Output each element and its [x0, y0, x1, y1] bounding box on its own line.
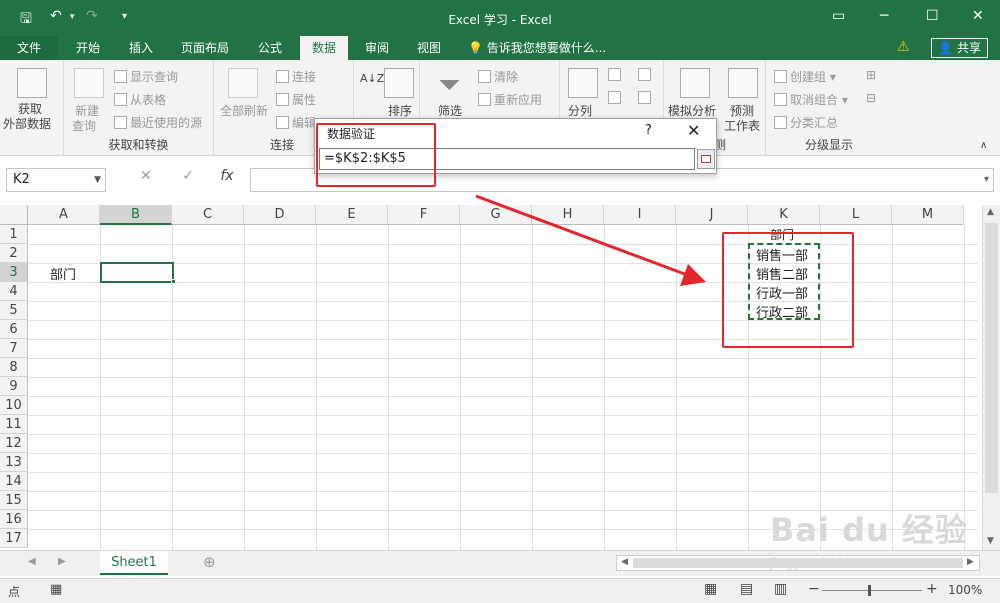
add-sheet-icon[interactable]: ⊕	[203, 553, 216, 571]
sheet-tab-sheet1[interactable]: Sheet1	[100, 551, 168, 575]
scroll-left-icon[interactable]: ◀	[621, 557, 628, 567]
status-bar: 点 ▦ ▦ ▤ ▥ − + 100%	[0, 578, 1000, 603]
macro-record-icon[interactable]: ▦	[50, 582, 62, 597]
annotation-box-dialog	[316, 123, 436, 187]
range-picker-icon	[701, 155, 711, 163]
expand-dialog-icon[interactable]	[697, 149, 715, 169]
status-mode: 点	[8, 585, 21, 599]
help-button[interactable]: ?	[645, 123, 652, 138]
prev-sheet-icon[interactable]: ◀	[28, 556, 36, 567]
page-break-view-icon[interactable]: ▥	[774, 581, 787, 597]
baidu-watermark-url: jingyan.baidu.com	[770, 556, 890, 571]
zoom-slider-thumb[interactable]	[868, 585, 871, 596]
baidu-watermark: Bai du 经验	[770, 511, 968, 549]
scroll-right-icon[interactable]: ▶	[967, 557, 974, 567]
zoom-level[interactable]: 100%	[948, 583, 982, 597]
next-sheet-icon[interactable]: ▶	[58, 556, 66, 567]
normal-view-icon[interactable]: ▦	[704, 581, 717, 597]
page-layout-view-icon[interactable]: ▤	[740, 581, 753, 597]
zoom-slider[interactable]	[822, 590, 922, 591]
zoom-out-icon[interactable]: −	[808, 581, 820, 597]
dialog-close-button[interactable]: ✕	[687, 121, 700, 140]
zoom-in-icon[interactable]: +	[926, 581, 938, 597]
